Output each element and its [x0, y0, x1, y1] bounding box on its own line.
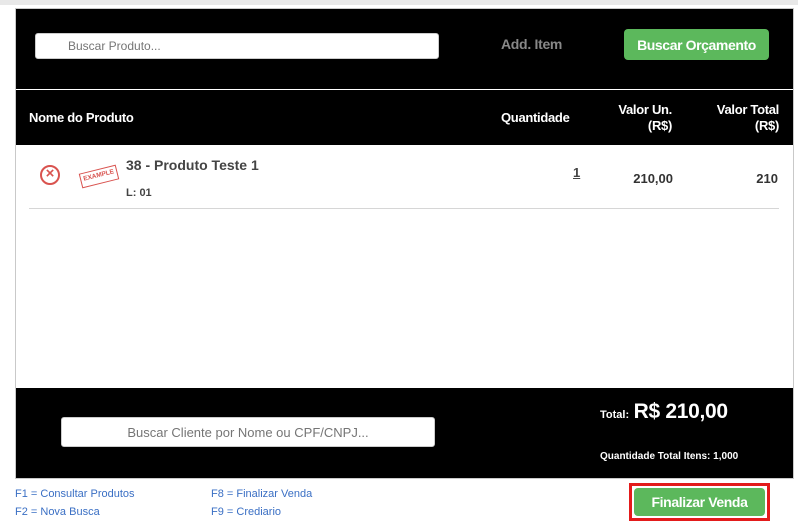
- total-value: R$ 210,00: [633, 400, 729, 423]
- search-client-input[interactable]: [61, 417, 435, 447]
- toolbar: Add. Item Buscar Orçamento: [16, 9, 793, 89]
- shortcut-f8: F8 = Finalizar Venda: [211, 488, 313, 500]
- remove-circle-icon[interactable]: ×: [40, 165, 60, 185]
- table-header: Nome do Produto Quantidade Valor Un. (R$…: [16, 90, 793, 145]
- product-total-value: 210: [756, 171, 778, 186]
- product-name: 38 - Produto Teste 1: [126, 157, 259, 173]
- search-product-input[interactable]: [35, 33, 439, 59]
- shortcut-list-right: F8 = Finalizar Venda F9 = Crediario: [211, 485, 312, 521]
- quantity-total-line: Quantidade Total Itens: 1,000: [600, 451, 738, 462]
- top-divider: [0, 0, 798, 5]
- shortcut-f2: F2 = Nova Busca: [15, 506, 100, 518]
- quantity-total-label: Quantidade Total Itens:: [600, 451, 711, 462]
- shortcut-list-left: F1 = Consultar Produtos F2 = Nova Busca: [15, 485, 135, 521]
- add-item-button[interactable]: Add. Item: [501, 36, 562, 52]
- product-lot: L: 01: [126, 187, 152, 199]
- quantity-total-value: 1,000: [713, 451, 739, 462]
- header-quantity: Quantidade: [501, 110, 570, 125]
- buscar-orcamento-button[interactable]: Buscar Orçamento: [624, 29, 769, 60]
- table-row: × EXAMPLE 38 - Produto Teste 1 L: 01 1 2…: [29, 149, 779, 209]
- shortcut-f9: F9 = Crediario: [211, 506, 282, 518]
- example-stamp-icon: EXAMPLE: [78, 164, 120, 189]
- sale-panel: Add. Item Buscar Orçamento Nome do Produ…: [15, 8, 794, 479]
- summary-footer: Total: R$ 210,00 Quantidade Total Itens:…: [16, 388, 793, 478]
- total-label: Total:: [600, 409, 630, 421]
- header-total-value: Valor Total (R$): [716, 102, 780, 133]
- header-product-name: Nome do Produto: [29, 110, 134, 125]
- finalizar-highlight: Finalizar Venda: [629, 483, 770, 521]
- product-thumbnail: EXAMPLE: [78, 164, 120, 189]
- finalizar-venda-button[interactable]: Finalizar Venda: [634, 488, 765, 516]
- product-unit-value: 210,00: [633, 171, 673, 186]
- shortcut-f1: F1 = Consultar Produtos: [15, 488, 135, 500]
- header-unit-value: Valor Un. (R$): [618, 102, 672, 133]
- total-line: Total: R$ 210,00: [600, 400, 728, 424]
- product-quantity-link[interactable]: 1: [573, 165, 580, 180]
